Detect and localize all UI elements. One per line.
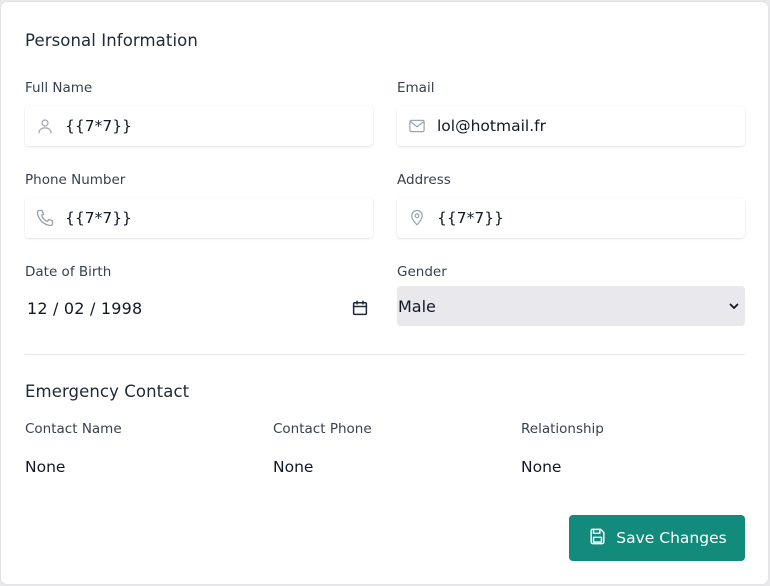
address-field[interactable]: {{7*7}} xyxy=(397,198,745,238)
section-divider xyxy=(25,354,745,355)
email-value: lol@hotmail.fr xyxy=(437,117,546,135)
contact-name-label: Contact Name xyxy=(25,421,122,437)
email-field[interactable]: lol@hotmail.fr xyxy=(397,106,745,146)
gender-select[interactable]: Male xyxy=(397,286,745,326)
dob-value: 12 / 02 / 1998 xyxy=(27,298,143,318)
phone-label: Phone Number xyxy=(25,172,126,188)
save-icon xyxy=(587,526,607,546)
save-changes-label: Save Changes xyxy=(616,529,727,547)
phone-value: {{7*7}} xyxy=(65,209,132,227)
contact-name-value: None xyxy=(25,458,66,476)
personal-info-title: Personal Information xyxy=(25,31,198,50)
relationship-label: Relationship xyxy=(521,421,604,437)
address-label: Address xyxy=(397,172,451,188)
full-name-label: Full Name xyxy=(25,80,93,96)
user-icon xyxy=(25,106,65,146)
profile-card: Personal Information Full Name {{7*7}} E… xyxy=(1,2,768,584)
save-changes-button[interactable]: Save Changes xyxy=(569,515,745,561)
calendar-icon[interactable] xyxy=(350,298,370,318)
full-name-value: {{7*7}} xyxy=(65,117,132,135)
address-value: {{7*7}} xyxy=(437,209,504,227)
relationship-value: None xyxy=(521,458,562,476)
gender-label: Gender xyxy=(397,264,447,280)
emergency-contact-title: Emergency Contact xyxy=(25,382,190,401)
map-pin-icon xyxy=(397,198,437,238)
gender-value: Male xyxy=(398,296,436,316)
phone-field[interactable]: {{7*7}} xyxy=(25,198,373,238)
full-name-field[interactable]: {{7*7}} xyxy=(25,106,373,146)
mail-icon xyxy=(397,106,437,146)
chevron-down-icon xyxy=(729,303,739,309)
dob-field[interactable]: 12 / 02 / 1998 xyxy=(25,288,373,328)
contact-phone-value: None xyxy=(273,458,314,476)
contact-phone-label: Contact Phone xyxy=(273,421,372,437)
email-label: Email xyxy=(397,80,435,96)
phone-icon xyxy=(25,198,65,238)
dob-label: Date of Birth xyxy=(25,264,112,280)
